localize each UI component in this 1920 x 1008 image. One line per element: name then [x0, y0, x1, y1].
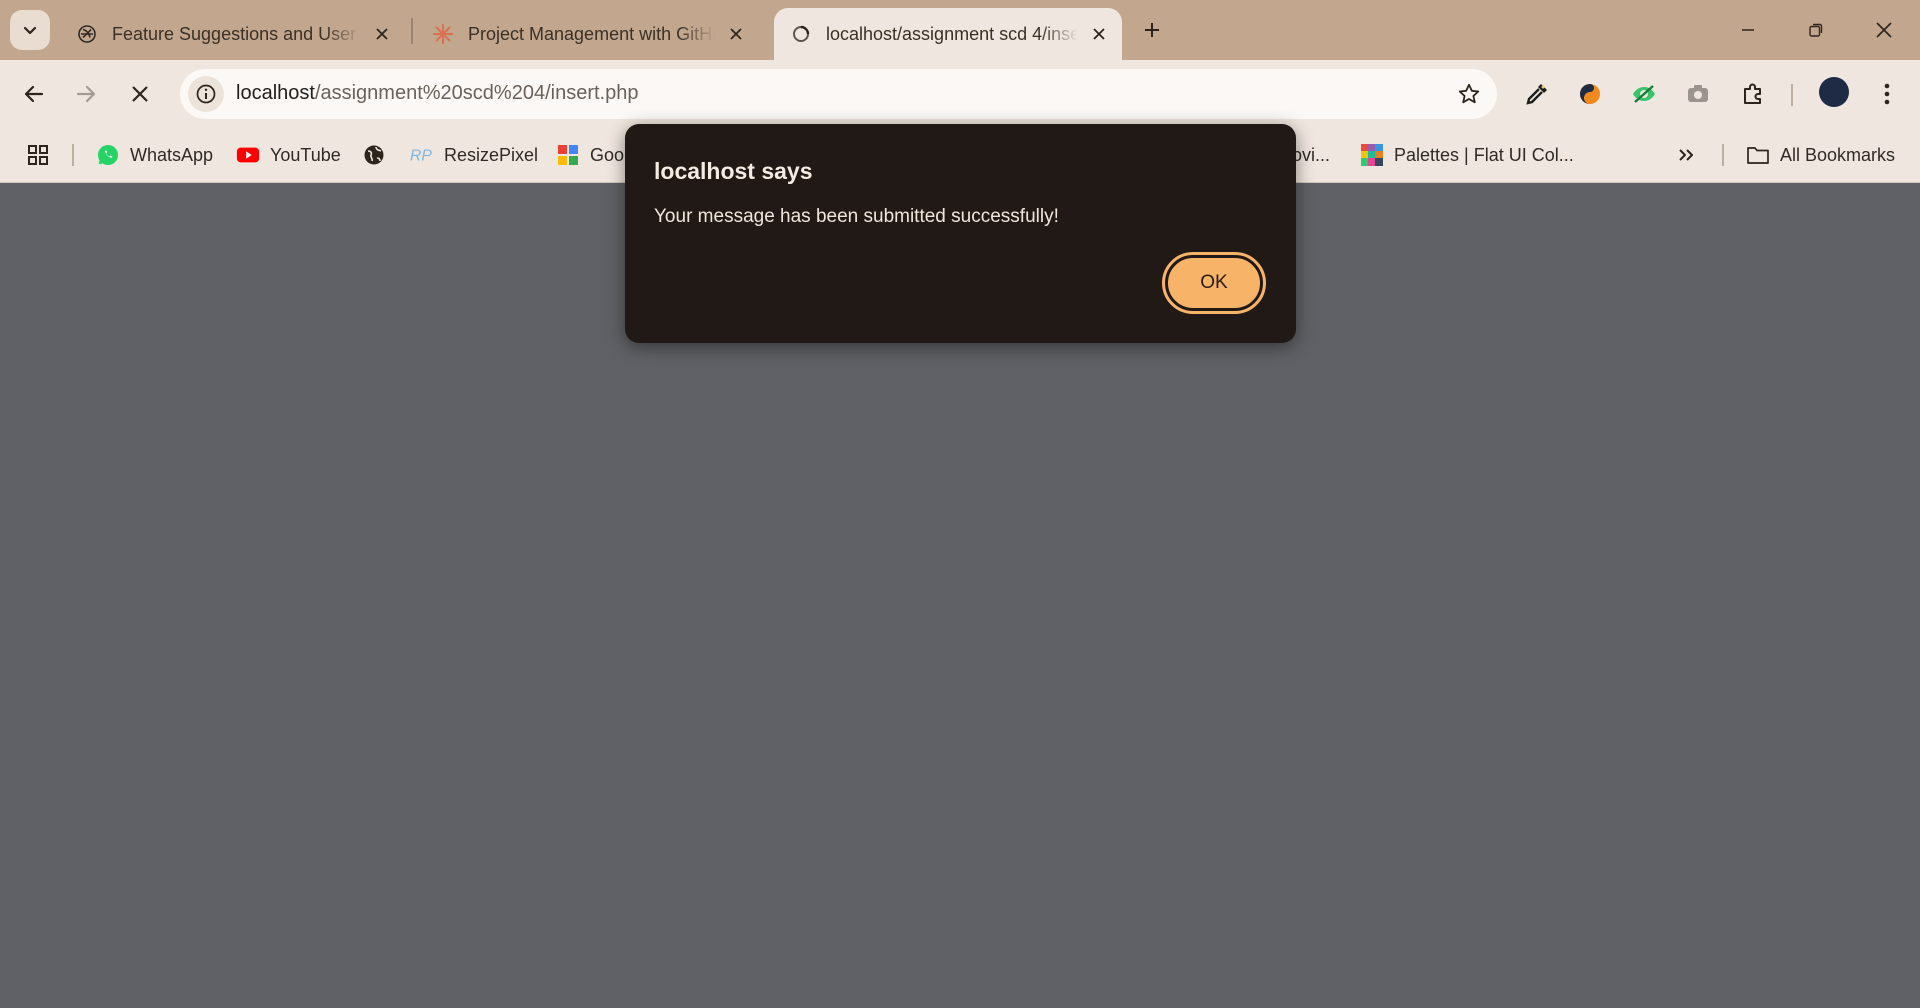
close-tab-icon[interactable] [369, 21, 395, 47]
bookmark-google[interactable]: Goo [556, 140, 624, 170]
extensions-button[interactable] [1733, 74, 1773, 114]
bookmark-star-button[interactable] [1455, 80, 1483, 108]
forward-button[interactable] [66, 74, 106, 114]
bookmarks-divider [1722, 144, 1724, 166]
close-tab-icon[interactable] [1086, 21, 1112, 47]
eye-slash-icon [1633, 85, 1655, 103]
arrow-right-icon [76, 85, 96, 103]
more-bookmarks-button[interactable] [1676, 140, 1696, 170]
extension-orange-button[interactable] [1570, 74, 1610, 114]
close-window-button[interactable] [1862, 10, 1906, 50]
bookmark-label: WhatsApp [130, 144, 214, 165]
loading-globe-icon [790, 23, 812, 45]
folder-icon [1746, 143, 1770, 167]
site-info-button[interactable] [188, 76, 224, 112]
dialog-message: Your message has been submitted successf… [654, 206, 1059, 227]
restore-button[interactable] [1794, 10, 1838, 50]
chevron-down-icon [23, 26, 37, 35]
more-vertical-icon [1884, 83, 1890, 105]
bookmark-label: All Bookmarks [1780, 144, 1896, 165]
bookmark-whatsapp[interactable]: WhatsApp [96, 140, 213, 170]
tab-separator [411, 18, 413, 44]
bookmarks-divider [72, 144, 74, 166]
bookmark-globe[interactable] [362, 140, 396, 170]
alert-dialog: localhost says Your message has been sub… [625, 124, 1296, 343]
bookmark-partially-hidden[interactable]: ovi... [1292, 140, 1330, 170]
browser-toolbar: localhost/assignment%20scd%204/insert.ph… [0, 60, 1920, 128]
url-path: /assignment%20scd%204/insert.php [314, 82, 639, 104]
ok-button[interactable]: OK [1162, 252, 1266, 314]
apps-button[interactable] [26, 140, 60, 170]
apps-grid-icon [26, 143, 50, 167]
youtube-icon [236, 143, 260, 167]
url-host: localhost [236, 82, 315, 104]
tab-localhost-insert[interactable]: localhost/assignment scd 4/insert.php [774, 8, 1122, 60]
double-chevron-right-icon [1679, 149, 1693, 161]
bookmark-label: Goo [590, 144, 625, 165]
eyedropper-extension-button[interactable] [1517, 74, 1557, 114]
tab-title: Feature Suggestions and User Stories [112, 23, 361, 44]
plus-icon [1145, 23, 1159, 37]
bookmark-youtube[interactable]: YouTube [236, 140, 341, 170]
stop-loading-button[interactable] [120, 74, 160, 114]
flame-extension-icon [1580, 84, 1600, 104]
url-text[interactable]: localhost/assignment%20scd%204/insert.ph… [236, 82, 638, 105]
minimize-icon [1742, 29, 1754, 31]
toolbar-divider [1791, 84, 1793, 106]
tab-title: localhost/assignment scd 4/insert.php [826, 23, 1078, 44]
close-tab-icon[interactable] [723, 21, 749, 47]
whatsapp-icon [96, 143, 120, 167]
arrow-left-icon [24, 85, 44, 103]
puzzle-icon [1744, 83, 1761, 104]
eyedropper-icon [1526, 84, 1547, 105]
bookmark-resizepixel[interactable]: RP ResizePixel [410, 140, 538, 170]
screenshot-extension-button[interactable] [1678, 74, 1718, 114]
dialog-title: localhost says [654, 158, 813, 184]
palettes-icon [1360, 143, 1384, 167]
info-icon [196, 84, 216, 104]
claude-icon [432, 23, 454, 45]
new-tab-button[interactable] [1136, 12, 1168, 48]
bookmark-label: YouTube [270, 144, 341, 165]
bookmark-label: Palettes | Flat UI Col... [1394, 144, 1574, 165]
globe-icon [362, 143, 386, 167]
star-icon [1458, 83, 1480, 104]
back-button[interactable] [14, 74, 54, 114]
google-apps-icon [556, 143, 580, 167]
minimize-button[interactable] [1726, 10, 1770, 50]
tab-search-button[interactable] [10, 10, 50, 50]
close-icon [132, 86, 148, 102]
restore-icon [1809, 23, 1823, 37]
browser-menu-button[interactable] [1867, 74, 1907, 114]
all-bookmarks-button[interactable]: All Bookmarks [1746, 140, 1895, 170]
extension-green-button[interactable] [1624, 74, 1664, 114]
bookmark-label: ResizePixel [444, 144, 539, 165]
resizepixel-icon: RP [410, 143, 434, 167]
tab-project-management[interactable]: Project Management with GitHub [416, 8, 759, 60]
address-bar[interactable]: localhost/assignment%20scd%204/insert.ph… [180, 69, 1497, 119]
tab-feature-suggestions[interactable]: Feature Suggestions and User Stories [60, 8, 405, 60]
close-icon [1876, 22, 1892, 38]
profile-avatar[interactable] [1819, 77, 1849, 107]
openai-icon [76, 23, 98, 45]
svg-text:RP: RP [410, 148, 432, 165]
tab-strip: Feature Suggestions and User Stories Pro… [0, 0, 1920, 60]
bookmark-label: ovi... [1292, 144, 1331, 165]
tab-title: Project Management with GitHub [468, 23, 715, 44]
camera-icon [1688, 85, 1708, 102]
bookmark-palettes[interactable]: Palettes | Flat UI Col... [1360, 140, 1574, 170]
